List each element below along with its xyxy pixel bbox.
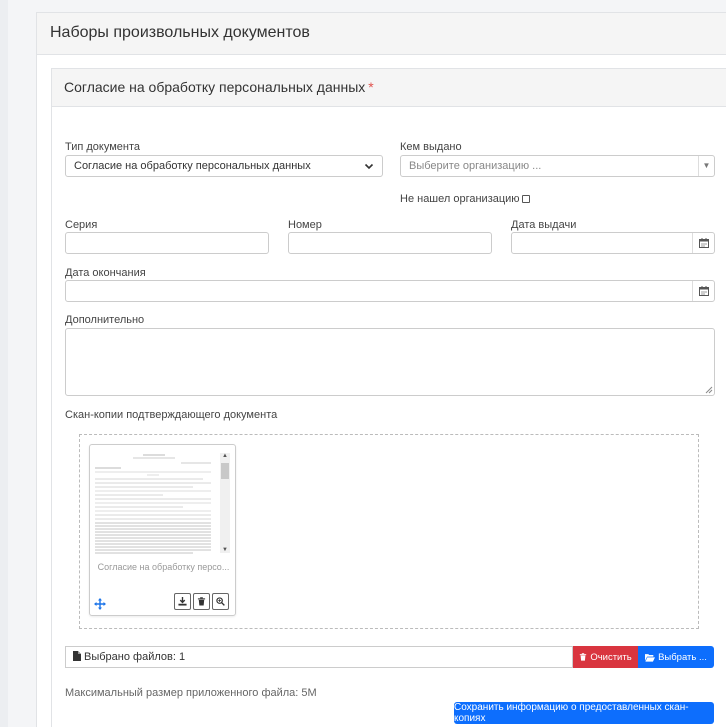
series-label: Серия bbox=[65, 219, 98, 231]
page-title: Наборы произвольных документов bbox=[37, 13, 726, 55]
calendar-icon[interactable] bbox=[692, 281, 714, 301]
trash-icon bbox=[580, 653, 587, 661]
download-icon bbox=[178, 597, 187, 606]
doc-type-value: Согласие на обработку персональных данны… bbox=[74, 160, 311, 172]
scroll-up-icon[interactable]: ▲ bbox=[220, 453, 230, 459]
save-scans-button[interactable]: Сохранить информацию о предоставленных с… bbox=[454, 702, 714, 724]
issue-date-input[interactable] bbox=[511, 232, 715, 254]
trash-icon bbox=[197, 597, 206, 606]
calendar-icon[interactable] bbox=[692, 233, 714, 253]
end-date-input[interactable] bbox=[65, 280, 715, 302]
issued-by-placeholder: Выберите организацию ... bbox=[409, 160, 542, 172]
browse-button[interactable]: Выбрать ... bbox=[638, 646, 714, 668]
browse-label: Выбрать ... bbox=[658, 651, 707, 663]
end-date-label: Дата окончания bbox=[65, 267, 146, 279]
caret-down-icon: ▼ bbox=[698, 156, 714, 176]
not-found-org-label: Не нашел организацию bbox=[400, 193, 520, 205]
resize-handle-icon[interactable] bbox=[705, 386, 713, 394]
not-found-org-checkbox[interactable] bbox=[521, 195, 530, 204]
series-input[interactable] bbox=[65, 232, 269, 254]
not-found-org-row: Не нашел организацию bbox=[400, 193, 530, 205]
document-sets-card: Наборы произвольных документов Согласие … bbox=[36, 12, 726, 727]
panel-title: Согласие на обработку персональных данны… bbox=[64, 79, 366, 95]
issued-by-select[interactable]: Выберите организацию ... ▼ bbox=[400, 155, 715, 177]
doc-type-label: Тип документа bbox=[65, 141, 141, 153]
file-preview-thumbnail: ▲ ▼ Согласие на обработку персо... bbox=[89, 444, 236, 616]
delete-button[interactable] bbox=[193, 593, 210, 610]
chevron-down-icon bbox=[364, 159, 374, 179]
clear-label: Очистить bbox=[590, 651, 632, 663]
scrollbar-thumb[interactable] bbox=[221, 463, 229, 479]
panel-header: Согласие на обработку персональных данны… bbox=[52, 69, 726, 107]
download-button[interactable] bbox=[174, 593, 191, 610]
doc-type-select[interactable]: Согласие на обработку персональных данны… bbox=[65, 155, 383, 177]
selected-files-bar: Выбрано файлов: 1 bbox=[65, 646, 573, 668]
preview-scrollbar[interactable]: ▲ ▼ bbox=[220, 453, 230, 553]
additional-label: Дополнительно bbox=[65, 314, 145, 326]
zoom-button[interactable] bbox=[212, 593, 229, 610]
file-caption: Согласие на обработку персо... bbox=[97, 562, 230, 572]
folder-open-icon bbox=[645, 653, 656, 662]
max-size-info: Максимальный размер приложенного файла: … bbox=[65, 687, 317, 699]
zoom-icon bbox=[216, 597, 225, 606]
number-input[interactable] bbox=[288, 232, 492, 254]
file-icon bbox=[73, 651, 81, 661]
scans-label: Скан-копии подтверждающего документа bbox=[65, 409, 278, 421]
document-preview-image bbox=[93, 449, 221, 557]
issue-date-label: Дата выдачи bbox=[511, 219, 577, 231]
clear-button[interactable]: Очистить bbox=[573, 646, 638, 668]
move-icon[interactable] bbox=[94, 597, 106, 615]
consent-panel: Согласие на обработку персональных данны… bbox=[51, 68, 726, 727]
selected-files-text: Выбрано файлов: 1 bbox=[84, 651, 186, 663]
number-label: Номер bbox=[288, 219, 322, 231]
issued-by-label: Кем выдано bbox=[400, 141, 462, 153]
additional-textarea[interactable] bbox=[65, 328, 715, 396]
required-mark: * bbox=[368, 79, 374, 95]
scroll-down-icon[interactable]: ▼ bbox=[220, 547, 230, 553]
left-edge-strip bbox=[0, 0, 8, 727]
